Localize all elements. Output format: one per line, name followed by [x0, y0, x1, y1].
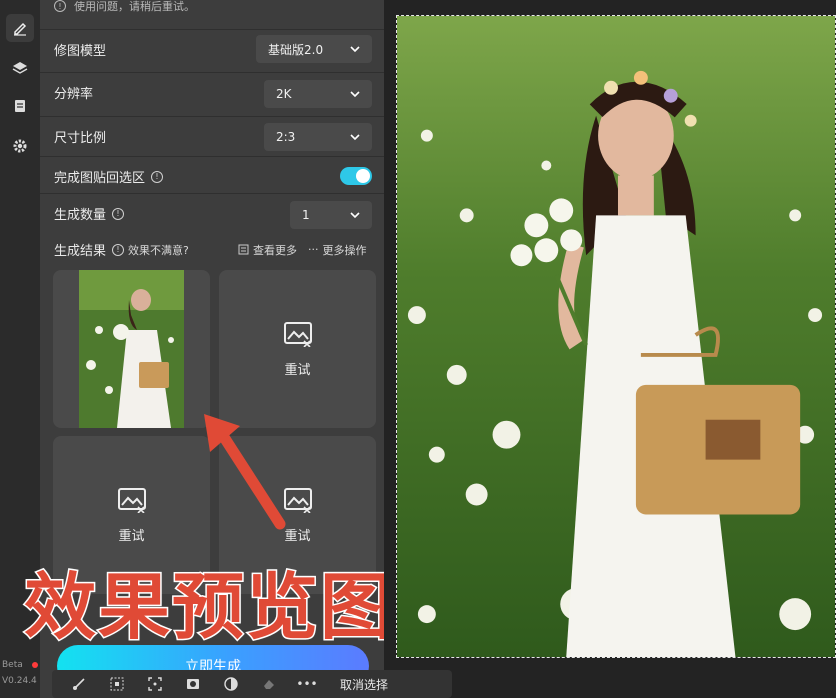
- paste-back-label: 完成图贴回选区 !: [54, 167, 164, 186]
- count-text: 生成数量: [54, 208, 107, 223]
- gear-icon: [13, 139, 27, 153]
- count-value: 1: [302, 208, 310, 222]
- count-row: 生成数量 ! 1: [40, 193, 384, 233]
- help-icon[interactable]: !: [112, 207, 125, 220]
- result-thumbnail[interactable]: [79, 270, 184, 428]
- results-header: 生成结果 ! 效果不满意? 查看更多 ··· 更多操作: [54, 240, 374, 259]
- resolution-value: 2K: [276, 87, 292, 101]
- eraser-tool[interactable]: [260, 675, 278, 693]
- brush-tool[interactable]: [70, 675, 88, 693]
- brush-icon: [73, 678, 85, 690]
- more-actions-text: 更多操作: [322, 243, 367, 257]
- beta-label: Beta: [2, 660, 23, 670]
- model-row: 修图模型 基础版2.0: [40, 29, 384, 69]
- toggle-knob: [356, 169, 370, 183]
- info-icon: !: [54, 0, 66, 12]
- count-label: 生成数量 !: [54, 204, 125, 223]
- results-label: 生成结果: [54, 244, 107, 259]
- more-dots-icon: ···: [308, 243, 319, 256]
- canvas-area: [384, 0, 836, 698]
- resolution-select[interactable]: 2K: [264, 80, 372, 108]
- broken-image-icon: [117, 487, 146, 513]
- resolution-label: 分辨率: [54, 87, 94, 102]
- invert-tool[interactable]: [222, 675, 240, 693]
- settings-tool-button[interactable]: [6, 132, 34, 160]
- ratio-row: 尺寸比例 2:3: [40, 116, 384, 156]
- broken-image-icon: [283, 321, 312, 347]
- mask-icon: [187, 679, 199, 689]
- beta-dot: [32, 662, 38, 668]
- edit-icon: [14, 22, 27, 36]
- cancel-selection-button[interactable]: 取消选择: [340, 676, 388, 693]
- edit-tool-button[interactable]: [6, 14, 34, 42]
- notice-text: 使用问题，请稍后重试。: [74, 0, 195, 13]
- chevron-down-icon: [350, 46, 360, 53]
- eraser-icon: [264, 680, 274, 689]
- version-label: V0.24.4: [2, 676, 37, 686]
- count-select[interactable]: 1: [290, 201, 372, 229]
- chevron-down-icon: [350, 134, 360, 141]
- mask-tool[interactable]: [184, 675, 202, 693]
- retry-label: 重试: [284, 362, 311, 378]
- model-label: 修图模型: [54, 44, 107, 59]
- result-card-image[interactable]: [53, 270, 210, 428]
- preview-caption: 效果预览图: [22, 564, 395, 651]
- view-more-link[interactable]: 查看更多: [238, 242, 297, 258]
- canvas-image[interactable]: [396, 15, 836, 658]
- ratio-value: 2:3: [276, 130, 296, 144]
- layers-tool-button[interactable]: [6, 54, 34, 82]
- thumbnail-image: [79, 270, 184, 428]
- crop-select-tool[interactable]: [146, 675, 164, 693]
- ratio-select[interactable]: 2:3: [264, 123, 372, 151]
- help-icon[interactable]: !: [151, 170, 164, 183]
- layers-icon: [12, 62, 28, 74]
- more-dots-icon: •••: [296, 677, 318, 691]
- chevron-down-icon: [350, 91, 360, 98]
- paste-back-text: 完成图贴回选区: [54, 171, 146, 186]
- smart-select-icon: [110, 677, 124, 691]
- model-value: 基础版2.0: [268, 42, 324, 57]
- unsatisfied-text: 效果不满意?: [128, 243, 189, 257]
- crop-icon: [148, 677, 162, 691]
- app: Beta V0.24.4 ! 使用问题，请稍后重试。 修图模型 基础版2.0 分…: [0, 0, 836, 698]
- smart-select-tool[interactable]: [108, 675, 126, 693]
- document-icon: [15, 100, 25, 112]
- notice: ! 使用问题，请稍后重试。: [54, 0, 195, 14]
- canvas-toolbar: ••• 取消选择: [52, 670, 452, 698]
- unsatisfied-link[interactable]: ! 效果不满意?: [112, 242, 189, 258]
- more-tools-button[interactable]: •••: [296, 675, 318, 693]
- paste-back-row: 完成图贴回选区 !: [40, 156, 384, 196]
- ratio-label: 尺寸比例: [54, 131, 107, 146]
- resolution-row: 分辨率 2K: [40, 72, 384, 112]
- annotation-arrow: [204, 414, 286, 530]
- retry-label: 重试: [118, 528, 145, 544]
- photo-illustration: [397, 16, 835, 657]
- more-actions-link[interactable]: ··· 更多操作: [308, 242, 367, 258]
- list-icon: [238, 244, 249, 255]
- view-more-text: 查看更多: [253, 243, 297, 257]
- chevron-down-icon: [350, 212, 360, 219]
- result-card-retry[interactable]: 重试: [219, 270, 376, 428]
- invert-icon: [224, 677, 238, 691]
- help-icon: !: [112, 243, 125, 256]
- paste-back-toggle[interactable]: [340, 167, 372, 185]
- model-select[interactable]: 基础版2.0: [256, 35, 372, 63]
- document-tool-button[interactable]: [6, 92, 34, 120]
